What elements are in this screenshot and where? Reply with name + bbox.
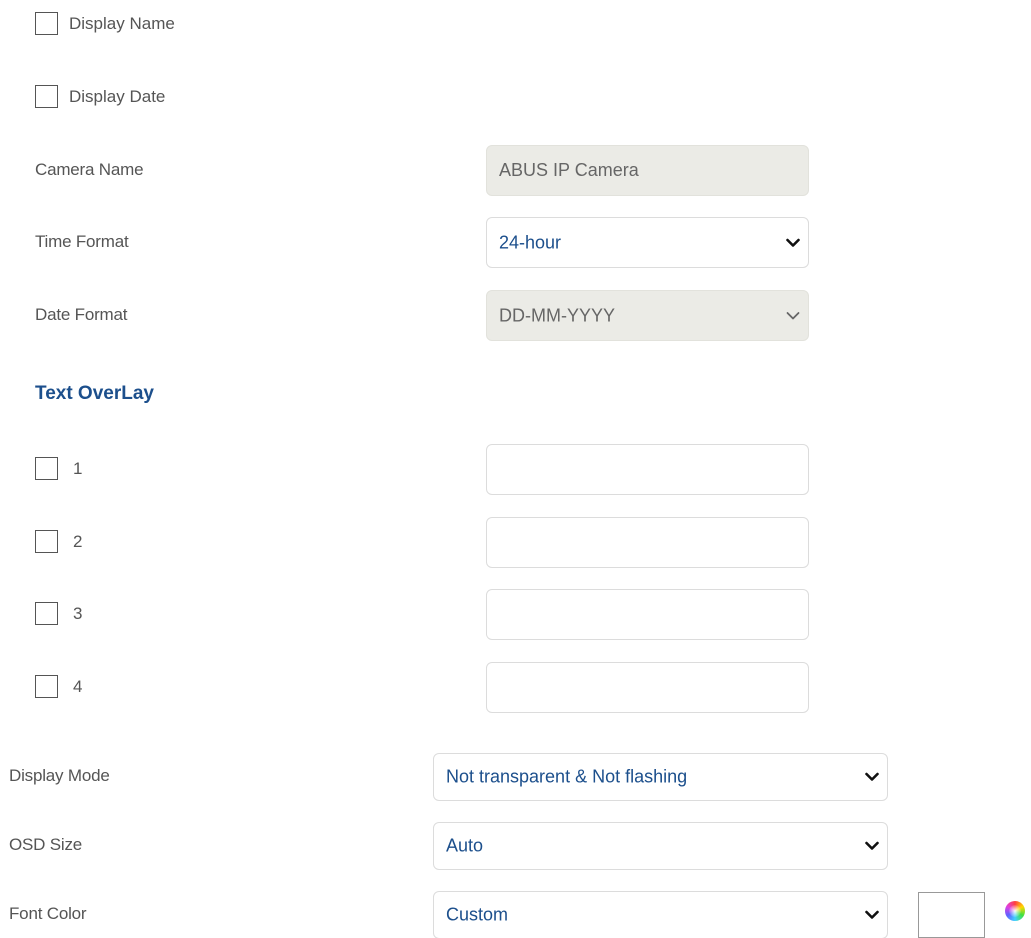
overlay-1-label: 1 (73, 459, 83, 478)
display-mode-value: Not transparent & Not flashing (446, 766, 688, 787)
chevron-down-icon (786, 311, 800, 319)
display-name-label: Display Name (69, 14, 175, 33)
time-format-select[interactable]: 24-hour (486, 217, 809, 268)
camera-name-input (486, 145, 809, 196)
chevron-down-icon (865, 772, 879, 781)
overlay-2-input[interactable] (486, 517, 809, 568)
overlay-4-input[interactable] (486, 662, 809, 713)
osd-size-value: Auto (446, 835, 484, 856)
osd-settings-page: Display Name Display Date Camera Name Ti… (0, 0, 1031, 938)
display-mode-label: Display Mode (9, 766, 110, 785)
font-color-value: Custom (446, 904, 509, 925)
overlay-3-input[interactable] (486, 589, 809, 640)
camera-name-label: Camera Name (35, 160, 144, 179)
overlay-2-checkbox[interactable] (35, 530, 58, 553)
overlay-4-checkbox[interactable] (35, 675, 58, 698)
overlay-3-checkbox[interactable] (35, 602, 58, 625)
date-format-select: DD-MM-YYYY (486, 290, 809, 341)
overlay-3-label: 3 (73, 604, 83, 623)
date-format-label: Date Format (35, 305, 128, 324)
time-format-value: 24-hour (499, 232, 562, 252)
time-format-label: Time Format (35, 232, 129, 251)
text-overlay-title: Text OverLay (35, 383, 154, 404)
display-date-label: Display Date (69, 87, 166, 106)
overlay-2-label: 2 (73, 532, 83, 551)
overlay-4-label: 4 (73, 677, 83, 696)
font-color-swatch[interactable] (918, 892, 985, 938)
date-format-value: DD-MM-YYYY (499, 305, 615, 325)
overlay-1-input[interactable] (486, 444, 809, 495)
chevron-down-icon (865, 910, 879, 919)
color-picker-icon[interactable] (1005, 901, 1025, 921)
font-color-label: Font Color (9, 904, 87, 923)
chevron-down-icon (786, 238, 800, 247)
overlay-1-checkbox[interactable] (35, 457, 58, 480)
chevron-down-icon (865, 841, 879, 850)
font-color-select[interactable]: Custom (433, 891, 888, 938)
osd-size-select[interactable]: Auto (433, 822, 888, 870)
osd-size-label: OSD Size (9, 835, 83, 854)
display-date-checkbox[interactable] (35, 85, 58, 108)
display-name-checkbox[interactable] (35, 12, 58, 35)
display-mode-select[interactable]: Not transparent & Not flashing (433, 753, 888, 801)
